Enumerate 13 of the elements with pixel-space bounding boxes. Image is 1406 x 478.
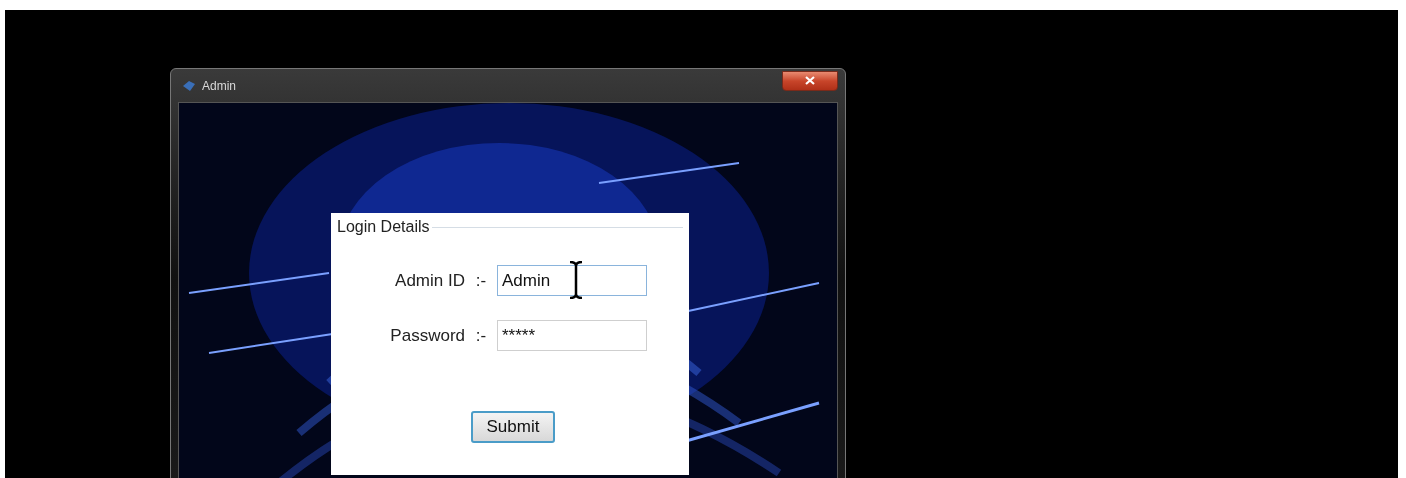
input-field[interactable]: ***** (497, 320, 647, 351)
close-button[interactable] (782, 70, 838, 91)
close-icon (805, 76, 815, 85)
text-cursor-icon (569, 261, 583, 299)
window-title: Admin (202, 77, 236, 95)
separator-text: :- (474, 269, 488, 292)
field-label: Password (389, 324, 465, 347)
app-icon (182, 79, 196, 92)
field-label: Admin ID (394, 269, 465, 292)
separator-text: :- (474, 324, 488, 347)
group-title: Login Details (337, 217, 431, 237)
submit-button[interactable]: Submit (470, 411, 556, 443)
input-field[interactable]: Admin (497, 265, 647, 296)
